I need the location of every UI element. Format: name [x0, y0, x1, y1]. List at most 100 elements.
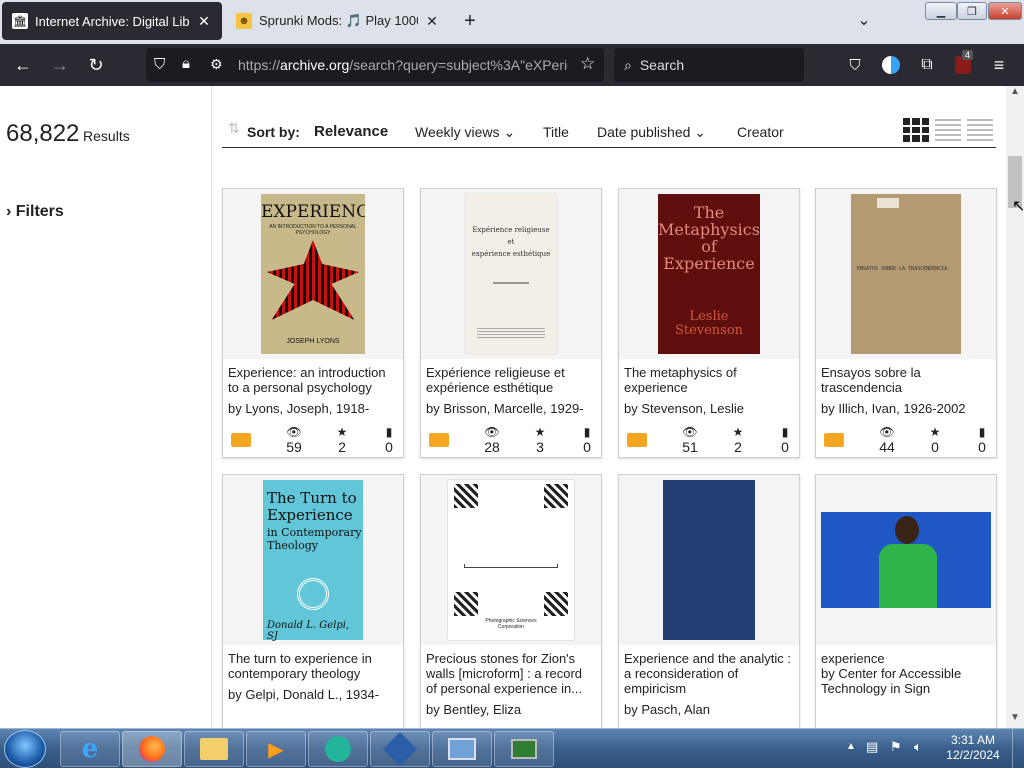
lock-icon[interactable]: 🔒︎ [182, 55, 190, 72]
result-card[interactable]: experience by Center for Accessible Tech… [815, 474, 997, 728]
item-thumbnail[interactable]: Expérience religieuse et expérience esth… [421, 189, 601, 359]
item-title[interactable]: Expérience religieuse et expérience esth… [426, 365, 596, 395]
item-title[interactable]: experience [821, 651, 991, 666]
item-title[interactable]: Precious stones for Zion's walls [microf… [426, 651, 596, 696]
tab-sprunki[interactable]: ☻ Sprunki Mods: 🎵 Play 1000+ Inc ✕ [226, 2, 450, 40]
clock-time: 3:31 AM [950, 733, 996, 747]
result-card[interactable]: Experience and the analytic : a reconsid… [618, 474, 800, 728]
sort-title[interactable]: Title [543, 124, 569, 140]
cover-title: EXPERIENCE [261, 202, 365, 222]
scroll-down-arrow-icon[interactable]: ▼ [1010, 712, 1020, 723]
tray-expand-icon[interactable]: ▲ [846, 741, 856, 752]
item-stats: 👁︎ 51 ★ 2 ▮ 0 [619, 425, 799, 457]
tray-flag-icon[interactable]: ⚑ [890, 739, 902, 755]
reviews-count: 0 [978, 439, 986, 455]
shield-icon[interactable]: ⛉ [154, 56, 165, 73]
tray-network-icon[interactable]: ▤ [866, 739, 878, 755]
close-tab-icon[interactable]: ✕ [196, 13, 212, 30]
cover-line: Stevenson [674, 323, 744, 338]
item-thumbnail[interactable]: Photographic Sciences Corporation [421, 475, 601, 645]
item-title[interactable]: The turn to experience in contemporary t… [228, 651, 398, 681]
taskbar-network-icon[interactable] [494, 731, 554, 767]
page-scrollbar[interactable]: ▲ ▼ [1006, 86, 1024, 728]
texts-mediatype-icon [429, 433, 449, 447]
scroll-up-arrow-icon[interactable]: ▲ [1010, 86, 1020, 97]
show-desktop-button[interactable] [1012, 729, 1024, 769]
eye-icon: 👁︎ [879, 425, 895, 439]
grid-view-icon[interactable] [903, 118, 929, 142]
sort-relevance[interactable]: Relevance [314, 123, 388, 140]
item-creator: by Lyons, Joseph, 1918- [228, 401, 370, 416]
sort-direction-icon[interactable]: ⇅ [228, 120, 240, 137]
tray-volume-muted-icon[interactable]: 🔈︎ [914, 739, 922, 755]
list-compact-view-icon[interactable] [967, 119, 993, 141]
taskbar-virtualbox-icon[interactable] [370, 731, 430, 767]
reviews-count: 0 [385, 439, 393, 455]
sort-date-published[interactable]: Date published ⌄ [597, 124, 706, 141]
menu-hamburger-icon[interactable]: ≡ [984, 44, 1014, 86]
taskbar-firefox-icon[interactable] [122, 731, 182, 767]
pocket-icon[interactable]: ⛉ [840, 44, 870, 86]
result-card[interactable]: Expérience religieuse et expérience esth… [420, 188, 602, 458]
item-creator: by Center for Accessible Technology in S… [821, 666, 962, 696]
ublock-extension-icon[interactable]: 4 [948, 44, 978, 86]
book-cover: EXPERIENCE AN INTRODUCTION TO A PERSONAL… [261, 194, 365, 354]
item-thumbnail[interactable]: The Turn to Experience in Contemporary T… [223, 475, 403, 645]
tab-list-chevron-icon[interactable]: ⌄ [852, 10, 876, 34]
item-thumbnail[interactable] [619, 475, 799, 645]
cover-title: The Metaphysics of Experience [658, 204, 760, 272]
result-card[interactable]: Photographic Sciences Corporation Precio… [420, 474, 602, 728]
cover-imprint: Photographic Sciences Corporation [485, 618, 537, 630]
taskbar-control-panel-icon[interactable] [432, 731, 492, 767]
result-card[interactable]: EXPERIENCE AN INTRODUCTION TO A PERSONAL… [222, 188, 404, 458]
texts-mediatype-icon [824, 433, 844, 447]
sort-weekly-views[interactable]: Weekly views ⌄ [415, 124, 515, 141]
contrast-extension-icon[interactable] [876, 44, 906, 86]
tray-clock[interactable]: 3:31 AM 12/2/2024 [940, 733, 1006, 763]
extensions-puzzle-icon[interactable]: ⧉ [912, 44, 942, 86]
address-bar[interactable]: ⛉ 🔒︎ ⚙ https://archive.org/search?query=… [146, 48, 604, 82]
taskbar-media-player-icon[interactable]: ▶ [246, 731, 306, 767]
taskbar-app-icon[interactable] [308, 731, 368, 767]
item-thumbnail[interactable]: EXPERIENCE AN INTRODUCTION TO A PERSONAL… [223, 189, 403, 359]
list-detail-view-icon[interactable] [935, 119, 961, 141]
start-button[interactable] [4, 730, 46, 768]
new-tab-button[interactable]: + [458, 10, 482, 34]
filters-toggle[interactable]: › Filters [6, 203, 64, 221]
url-path: /search?query=subject%3A"eXPerience [349, 57, 568, 73]
maximize-button[interactable]: ❐ [957, 2, 987, 20]
item-title[interactable]: Experience and the analytic : a reconsid… [624, 651, 794, 696]
bookmark-star-icon[interactable]: ☆ [580, 54, 595, 74]
item-thumbnail[interactable] [816, 475, 996, 645]
url-host: archive.org [280, 57, 350, 73]
close-tab-icon[interactable]: ✕ [424, 13, 440, 30]
item-title[interactable]: Ensayos sobre la trascendencia [821, 365, 991, 395]
item-thumbnail[interactable]: ENSAYOS SOBRE LA TRASCENDENCIA [816, 189, 996, 359]
filters-label: Filters [15, 203, 64, 220]
minimize-button[interactable]: ▁ [925, 2, 957, 20]
back-arrow-icon[interactable]: ← [8, 44, 38, 86]
taskbar-explorer-icon[interactable] [184, 731, 244, 767]
forward-arrow-icon[interactable]: → [45, 44, 75, 86]
sort-creator[interactable]: Creator [737, 124, 784, 140]
result-card[interactable]: The Metaphysics of Experience Leslie Ste… [618, 188, 800, 458]
reviews-stat: ▮ 0 [773, 425, 797, 455]
taskbar-ie-icon[interactable]: e [60, 731, 120, 767]
item-title[interactable]: The metaphysics of experience [624, 365, 794, 395]
cover-line: Metaphysics [658, 220, 760, 239]
cover-scale-bar [464, 564, 558, 568]
cover-art [267, 240, 359, 320]
item-title[interactable]: Experience: an introduction to a persona… [228, 365, 398, 395]
permissions-icon[interactable]: ⚙ [210, 56, 223, 73]
item-thumbnail[interactable]: The Metaphysics of Experience Leslie Ste… [619, 189, 799, 359]
search-input[interactable]: ⌕ Search [614, 48, 804, 82]
url-text[interactable]: https://archive.org/search?query=subject… [238, 57, 568, 73]
tab-internet-archive[interactable]: 🏛 Internet Archive: Digital Library of F… [2, 2, 222, 40]
views-count: 51 [682, 439, 698, 455]
tab-title: Sprunki Mods: 🎵 Play 1000+ Inc [259, 13, 418, 28]
close-window-button[interactable]: ✕ [988, 2, 1022, 20]
result-card[interactable]: The Turn to Experience in Contemporary T… [222, 474, 404, 728]
cover-line: expérience esthétique [471, 250, 551, 258]
reload-icon[interactable]: ↻ [81, 44, 111, 86]
result-card[interactable]: ENSAYOS SOBRE LA TRASCENDENCIA Ensayos s… [815, 188, 997, 458]
